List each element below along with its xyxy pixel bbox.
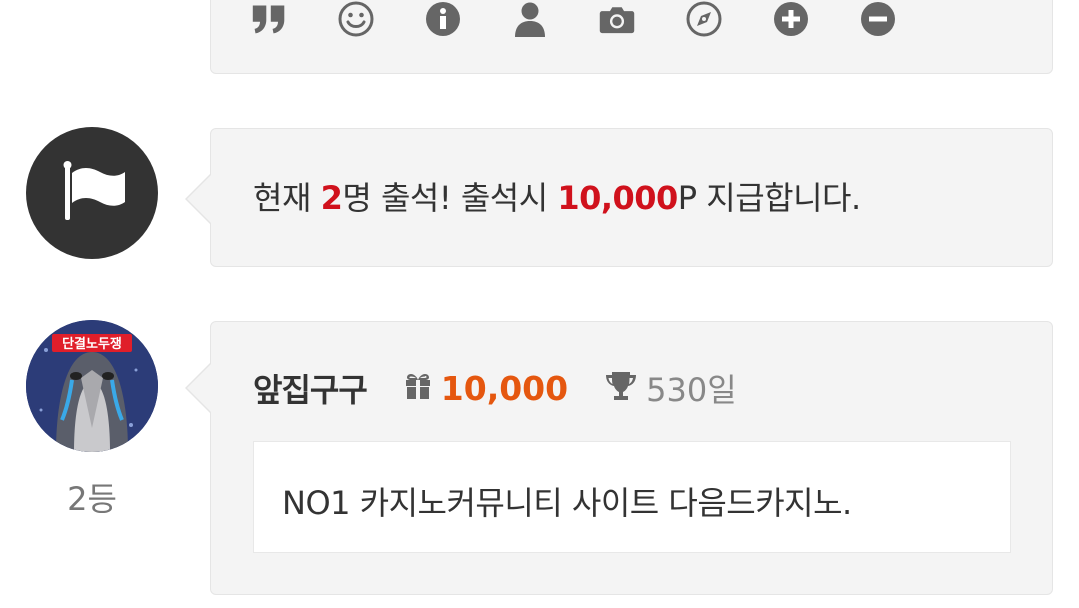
quote-icon[interactable] xyxy=(251,1,287,37)
minus-circle-icon[interactable] xyxy=(860,1,896,37)
rank-label: 2등 xyxy=(67,480,117,518)
editor-toolbar-box xyxy=(210,0,1053,74)
trophy-icon xyxy=(604,370,638,406)
attendance-count: 2 xyxy=(320,179,343,217)
flag-icon xyxy=(63,161,125,220)
plus-circle-icon[interactable] xyxy=(773,1,809,37)
entry-header: 앞집구구 10,000 530일 xyxy=(253,366,737,410)
user-icon[interactable] xyxy=(512,1,548,37)
points-value: 10,000 xyxy=(440,368,569,408)
penguin-avatar-image: 단결노두쟁 xyxy=(26,320,158,452)
attendance-reward-amount: 10,000 xyxy=(557,179,678,217)
flag-avatar xyxy=(26,127,158,259)
info-icon[interactable] xyxy=(425,1,461,37)
notice-middle: 명 출석! 출석시 xyxy=(342,179,558,217)
nickname[interactable]: 앞집구구 xyxy=(253,365,368,411)
attendance-notice-text: 현재 2명 출석! 출석시 10,000P 지급합니다. xyxy=(253,173,861,219)
avatar[interactable]: 단결노두쟁 xyxy=(26,320,158,452)
comment-box: NO1 카지노커뮤니티 사이트 다음드카지노. xyxy=(253,441,1011,553)
speech-tail xyxy=(185,173,212,225)
emoticon-toolbar xyxy=(251,0,947,39)
speech-tail xyxy=(185,362,212,414)
camera-icon[interactable] xyxy=(599,1,635,37)
notice-prefix: 현재 xyxy=(253,179,321,217)
attendance-notice: 현재 2명 출석! 출석시 10,000P 지급합니다. xyxy=(185,128,1053,267)
attendance-entry: 앞집구구 10,000 530일 NO1 카지노커뮤니티 사이트 다음드카지노. xyxy=(185,321,1053,595)
smile-icon[interactable] xyxy=(338,1,374,37)
gift-icon xyxy=(403,371,433,405)
comment-text: NO1 카지노커뮤니티 사이트 다음드카지노. xyxy=(282,484,852,522)
compass-icon[interactable] xyxy=(686,1,722,37)
avatar-headband-text: 단결노두쟁 xyxy=(62,336,122,352)
attendance-days: 530일 xyxy=(646,371,737,409)
notice-suffix: P 지급합니다. xyxy=(677,179,861,217)
